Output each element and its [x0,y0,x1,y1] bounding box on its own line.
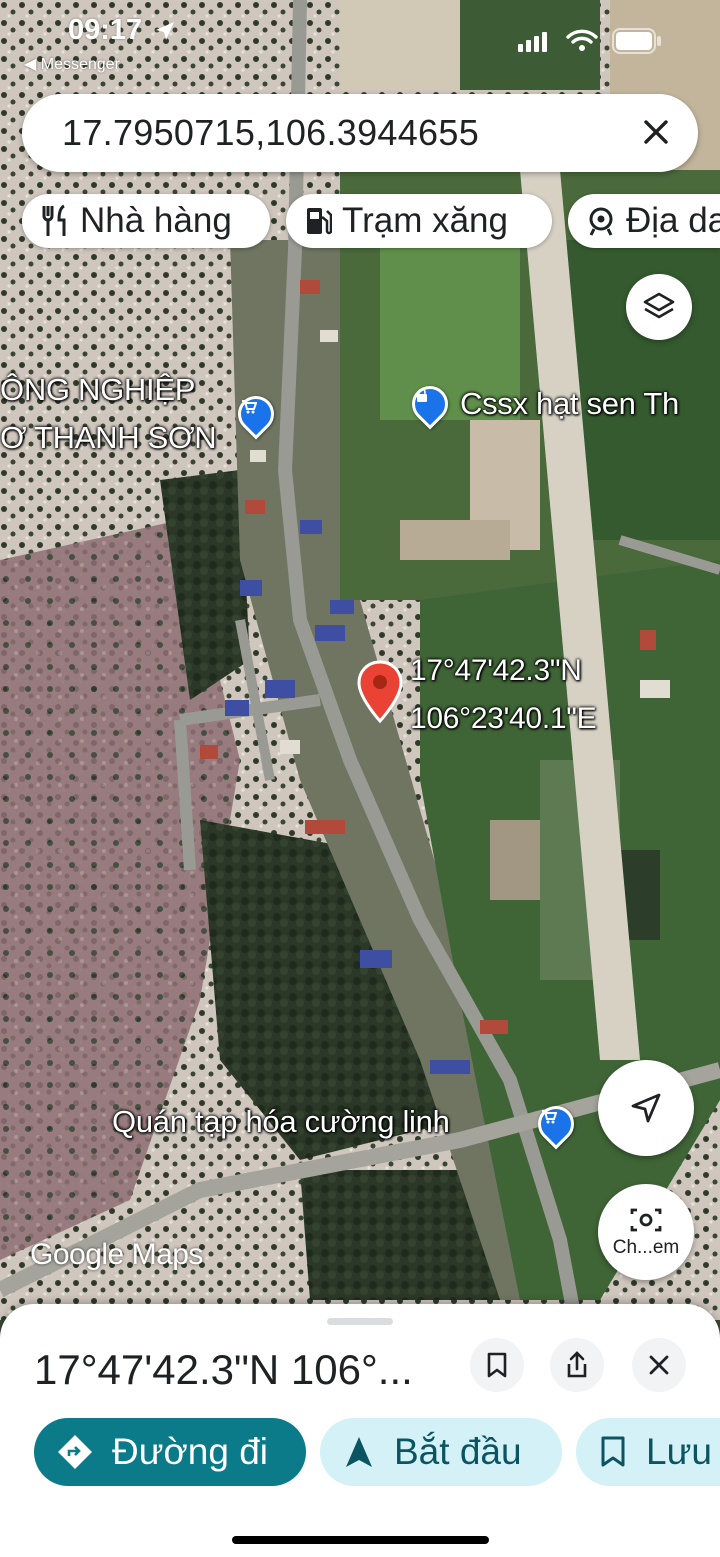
chip-gas-stations[interactable]: Trạm xăng [286,194,552,248]
search-query[interactable]: 17.7950715,106.3944655 [62,112,479,154]
chip-label: Trạm xăng [342,201,508,240]
landmark-icon [589,207,613,236]
my-location-button[interactable] [598,1060,694,1156]
status-time: 09:17 [68,14,143,46]
pin-coordinate-lat: 17°47'42.3"N [410,654,582,687]
place-title: 17°47'42.3"N 106°... [34,1346,413,1393]
close-icon[interactable] [640,116,672,148]
start-label: Bắt đầu [394,1431,522,1472]
place-bottom-sheet[interactable]: 17°47'42.3"N 106°... Đường đi Bắt đầu Lư… [0,1304,720,1557]
save-icon-button[interactable] [470,1338,524,1392]
location-arrow-icon [156,22,174,40]
start-button[interactable]: Bắt đầu [320,1418,562,1486]
close-sheet-button[interactable] [632,1338,686,1392]
layers-button[interactable] [626,274,692,340]
poi-label-left-line2[interactable]: Ơ THANH SƠN [0,420,217,456]
poi-label-left-line1[interactable]: ÔNG NGHIỆP [0,372,195,408]
my-location-icon [631,1093,661,1123]
chip-landmarks[interactable]: Địa da [568,194,720,248]
cellular-signal-icon [518,32,547,52]
battery-icon [612,28,661,54]
poi-label-bottom[interactable]: Quán tạp hóa cường linh [112,1104,450,1140]
share-button[interactable] [550,1338,604,1392]
home-indicator[interactable] [232,1536,489,1544]
directions-button[interactable]: Đường đi [34,1418,306,1486]
google-maps-logo: Google Maps [30,1238,203,1271]
drag-handle[interactable] [327,1318,393,1325]
camera-label: Ch...em [612,1237,680,1258]
back-to-app-link[interactable]: ◀ Messenger [24,54,120,74]
poi-label-right[interactable]: Cssx hạt sen Th [460,386,679,422]
save-button[interactable]: Lưu [576,1418,720,1486]
share-icon [567,1351,587,1378]
bookmark-icon [487,1352,507,1378]
bookmark-icon [601,1436,625,1467]
dropped-pin-icon[interactable] [356,660,404,726]
directions-label: Đường đi [112,1431,268,1472]
shopping-cart-icon [541,1109,571,1139]
navigation-arrow-icon [346,1437,372,1467]
gas-station-icon [307,208,332,235]
chip-label: Nhà hàng [80,201,232,240]
save-label: Lưu [646,1431,712,1472]
layers-icon [643,292,675,319]
camera-icon [630,1208,662,1232]
close-icon [649,1355,669,1375]
camera-search-button[interactable]: Ch...em [598,1184,694,1280]
chip-label: Địa da [626,201,720,240]
shopping-cart-icon [241,399,271,429]
pin-coordinate-lng: 106°23'40.1"E [410,702,597,735]
wifi-icon [566,29,598,51]
restaurant-icon [42,204,66,236]
shopping-bag-icon [415,389,445,419]
search-bar[interactable]: 17.7950715,106.3944655 [22,94,698,172]
chip-restaurants[interactable]: Nhà hàng [22,194,270,248]
directions-icon [58,1435,92,1469]
